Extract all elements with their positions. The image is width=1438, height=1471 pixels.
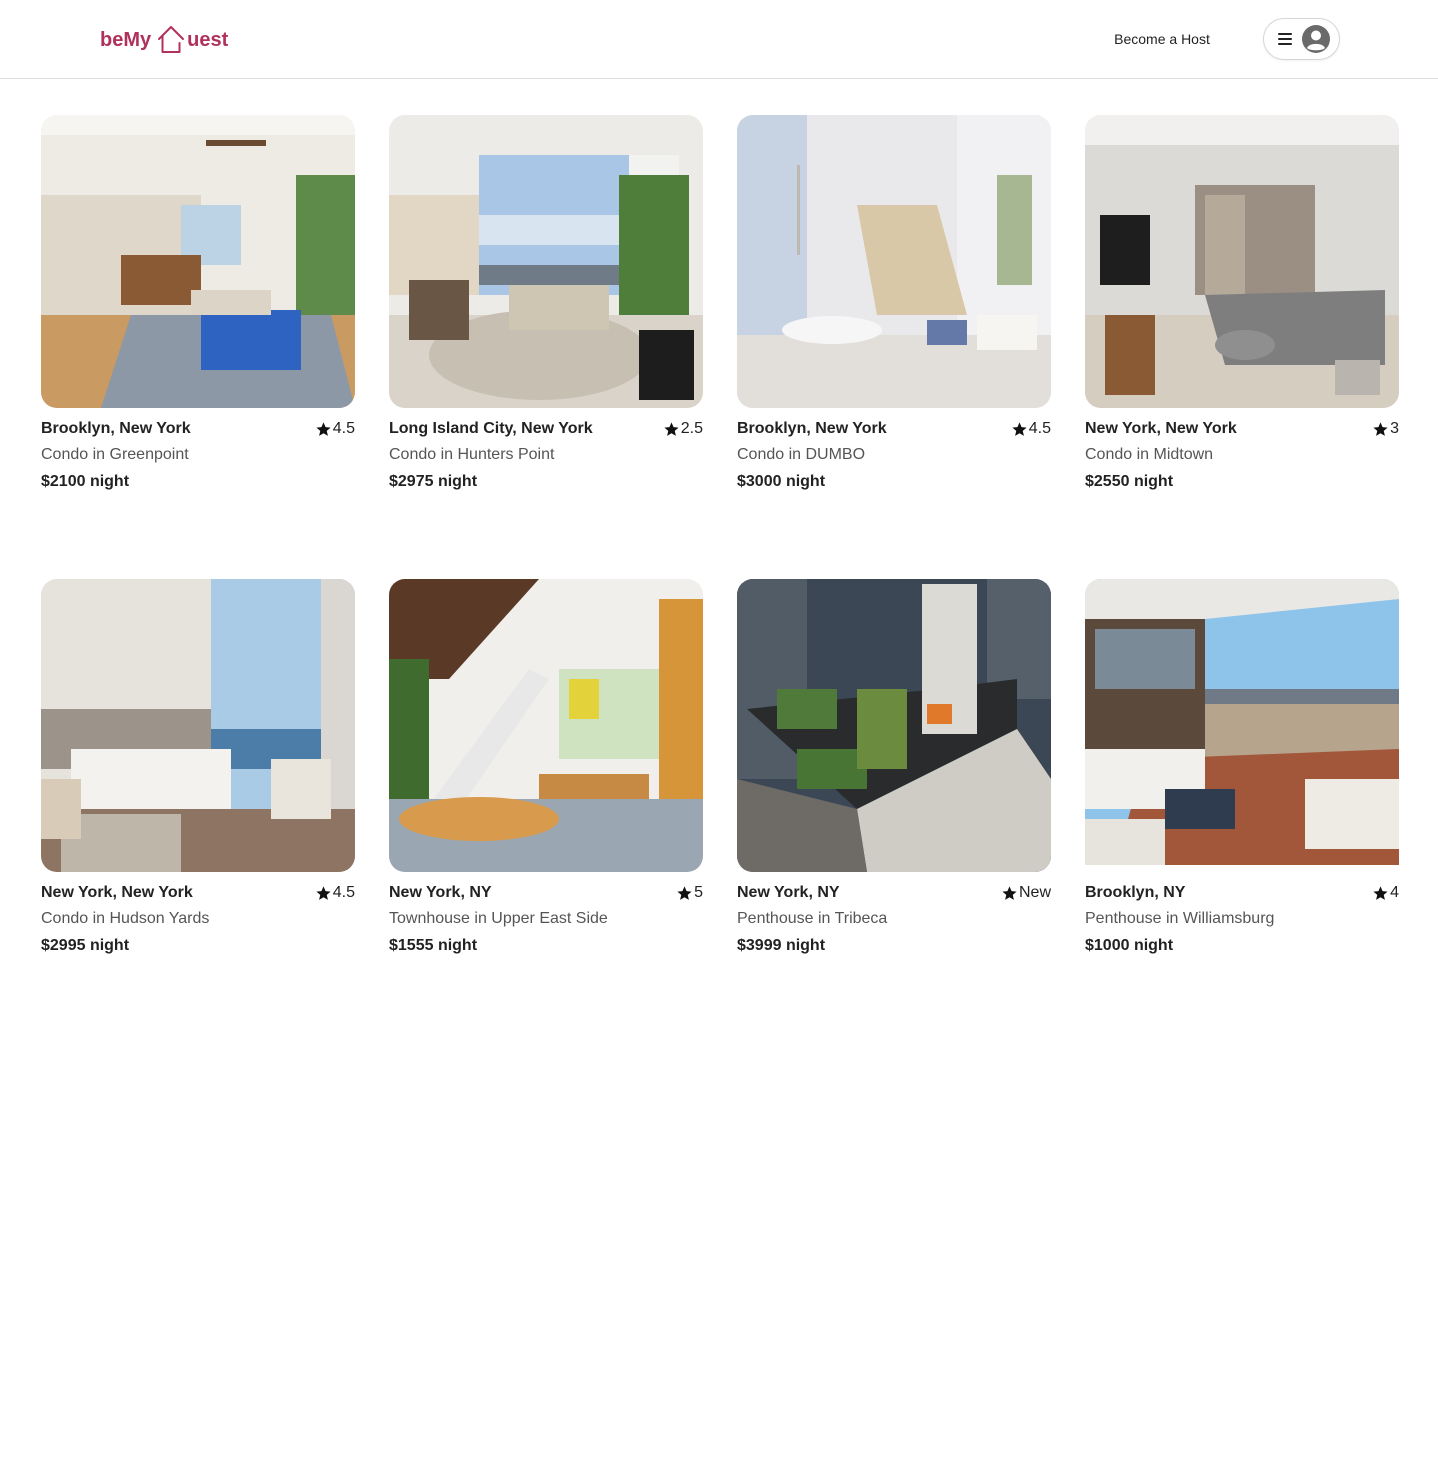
listing-card[interactable]: Long Island City, New York 2.5 Condo in … <box>389 115 703 505</box>
listing-rating-value: 5 <box>694 884 703 901</box>
listing-card[interactable]: Brooklyn, NY 4 Penthouse in Williamsburg… <box>1085 579 1399 969</box>
listing-card[interactable]: New York, New York 3 Condo in Midtown $2… <box>1085 115 1399 505</box>
listing-rating: 4.5 <box>1011 420 1051 438</box>
listing-location: New York, NY <box>389 884 492 901</box>
user-menu-button[interactable] <box>1263 18 1340 60</box>
listing-type: Townhouse in Upper East Side <box>389 910 608 927</box>
listing-photo[interactable] <box>389 579 703 872</box>
dining-room-photo-icon <box>737 115 1051 408</box>
loft-photo-icon <box>389 579 703 872</box>
listing-type: Penthouse in Williamsburg <box>1085 910 1275 927</box>
listing-price: $2975 night <box>389 473 478 490</box>
listing-rating-value: 4.5 <box>1028 420 1051 437</box>
star-icon <box>664 421 679 436</box>
star-icon <box>1012 421 1027 436</box>
house-logo-icon <box>158 26 185 53</box>
listing-price: $1000 night <box>1085 937 1174 954</box>
living-room-photo-icon <box>1085 115 1399 408</box>
listing-photo[interactable] <box>41 579 355 872</box>
listing-location: New York, New York <box>1085 420 1237 437</box>
listing-photo[interactable] <box>1085 115 1399 408</box>
listing-type: Penthouse in Tribeca <box>737 910 888 927</box>
star-icon <box>1002 885 1017 900</box>
listing-type: Condo in Midtown <box>1085 446 1214 463</box>
listing-photo[interactable] <box>1085 579 1399 865</box>
listing-card[interactable]: New York, NY 5 Townhouse in Upper East S… <box>389 579 703 969</box>
logo-text-left: beMy <box>100 29 152 51</box>
listing-type: Condo in Hunters Point <box>389 446 555 463</box>
bedroom-photo-icon <box>41 579 355 872</box>
become-host-link[interactable]: Become a Host <box>1100 28 1224 50</box>
listing-rating-value: 4.5 <box>332 420 355 437</box>
listing-price: $3999 night <box>737 937 826 954</box>
listing-photo[interactable] <box>737 115 1051 408</box>
star-icon <box>1373 421 1388 436</box>
listing-price: $1555 night <box>389 937 478 954</box>
listing-rating: 3 <box>1372 420 1399 438</box>
listing-rating-value: 2.5 <box>680 420 703 437</box>
logo[interactable]: beMy uest <box>100 16 228 56</box>
listing-location: New York, New York <box>41 884 193 901</box>
top-nav: beMy uest Become a Host <box>0 0 1438 79</box>
listing-location: Brooklyn, New York <box>737 420 887 437</box>
listing-location: New York, NY <box>737 884 840 901</box>
listing-rating-value: 4.5 <box>332 884 355 901</box>
listing-rating: 4.5 <box>315 884 355 902</box>
listing-type: Condo in Hudson Yards <box>41 910 210 927</box>
listing-rating-value: 3 <box>1390 420 1399 437</box>
listing-photo[interactable] <box>737 579 1051 872</box>
listing-rating: New <box>1001 884 1051 902</box>
listing-rating-value: 4 <box>1390 884 1399 901</box>
listing-photo[interactable] <box>41 115 355 408</box>
listing-photo[interactable] <box>389 115 703 408</box>
listing-price: $2550 night <box>1085 473 1174 490</box>
listing-rating: 2.5 <box>663 420 703 438</box>
listing-card[interactable]: Brooklyn, New York 4.5 Condo in DUMBO $3… <box>737 115 1051 505</box>
terrace-photo-icon <box>1085 579 1399 865</box>
logo-text-right: uest <box>187 29 229 51</box>
listing-price: $2100 night <box>41 473 130 490</box>
listing-type: Condo in Greenpoint <box>41 446 189 463</box>
avatar-icon <box>1302 25 1330 53</box>
listing-location: Brooklyn, New York <box>41 420 191 437</box>
listing-price: $3000 night <box>737 473 826 490</box>
listing-type: Condo in DUMBO <box>737 446 866 463</box>
listing-rating: 5 <box>676 884 703 902</box>
listing-location: Long Island City, New York <box>389 420 593 437</box>
star-icon <box>316 885 331 900</box>
star-icon <box>1373 885 1388 900</box>
star-icon <box>316 421 331 436</box>
listing-rating: 4 <box>1372 884 1399 902</box>
listing-card[interactable]: New York, NY New Penthouse in Tribeca $3… <box>737 579 1051 969</box>
hamburger-icon <box>1278 33 1292 45</box>
listing-rating-value: New <box>1018 884 1051 901</box>
listing-card[interactable]: New York, New York 4.5 Condo in Hudson Y… <box>41 579 355 969</box>
rooftop-photo-icon <box>737 579 1051 872</box>
listing-rating: 4.5 <box>315 420 355 438</box>
listing-card[interactable]: Brooklyn, New York 4.5 Condo in Greenpoi… <box>41 115 355 505</box>
listing-location: Brooklyn, NY <box>1085 884 1186 901</box>
star-icon <box>677 885 692 900</box>
living-room-photo-icon <box>41 115 355 408</box>
listing-price: $2995 night <box>41 937 130 954</box>
living-room-photo-icon <box>389 115 703 408</box>
